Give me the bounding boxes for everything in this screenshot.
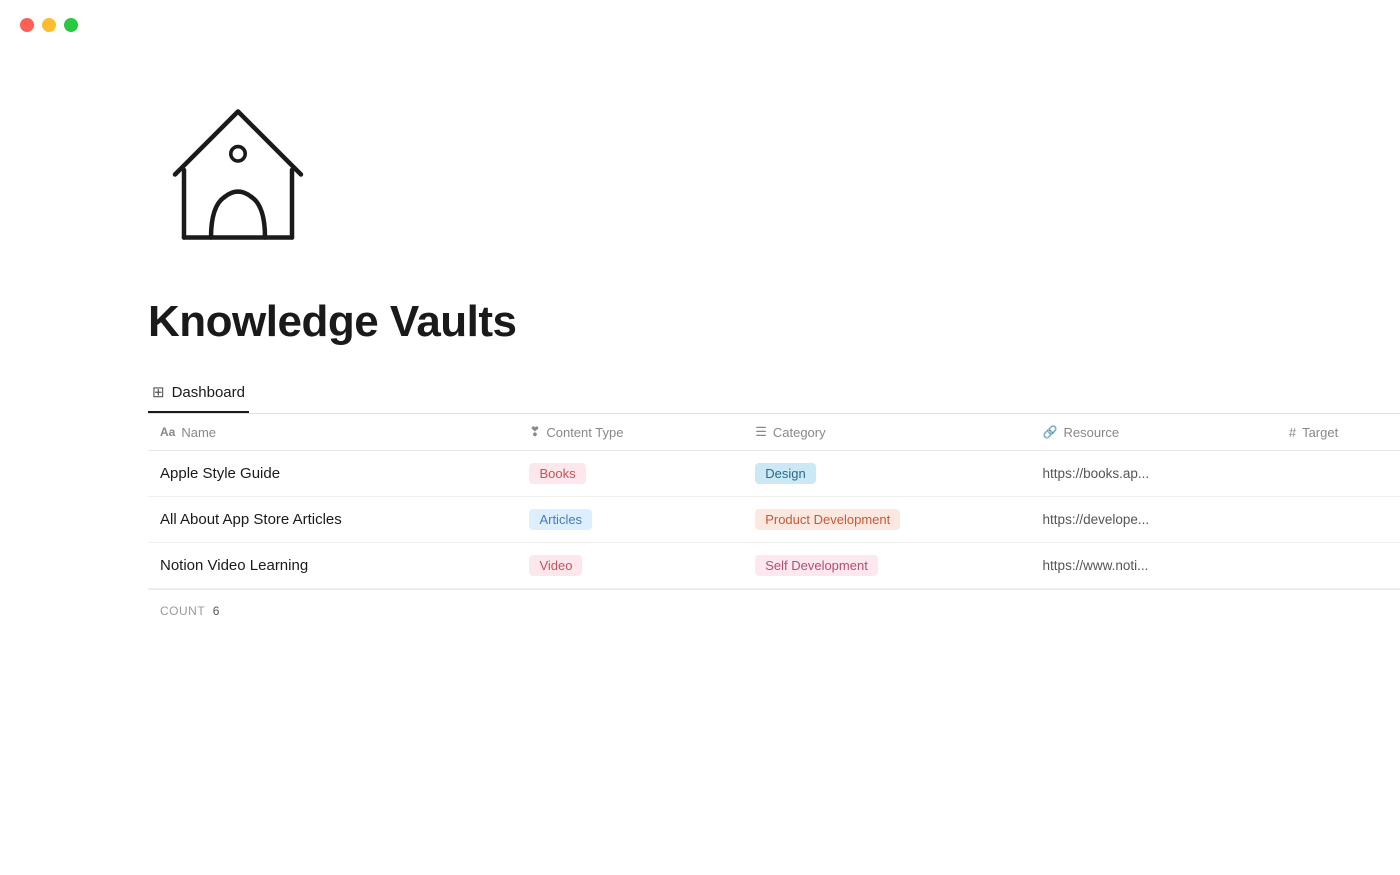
col-header-content-type[interactable]: ❣ Content Type: [517, 414, 743, 451]
content-type-badge: Articles: [529, 509, 592, 530]
content-type-col-icon: ❣: [529, 424, 540, 440]
row-resource[interactable]: https://books.ap...: [1031, 451, 1277, 497]
content-type-col-label: Content Type: [546, 425, 623, 440]
row-content-type[interactable]: Video: [517, 543, 743, 589]
col-header-target[interactable]: # Target: [1277, 414, 1400, 451]
row-category[interactable]: Self Development: [743, 543, 1030, 589]
house-icon: [148, 80, 328, 260]
row-resource[interactable]: https://www.noti...: [1031, 543, 1277, 589]
table-container: Aa Name ❣ Content Type ☰ Category: [148, 414, 1400, 632]
count-value: 6: [213, 604, 220, 618]
row-category[interactable]: Product Development: [743, 497, 1030, 543]
col-header-name[interactable]: Aa Name: [148, 414, 517, 451]
page-content: Knowledge Vaults ⊞ Dashboard Aa Name: [0, 0, 1400, 692]
name-col-label: Name: [181, 425, 216, 440]
tab-bar: ⊞ Dashboard: [148, 375, 1400, 414]
category-badge: Design: [755, 463, 815, 484]
table-header-row: Aa Name ❣ Content Type ☰ Category: [148, 414, 1400, 451]
col-header-category[interactable]: ☰ Category: [743, 414, 1030, 451]
table-row[interactable]: Apple Style Guide Books Design https://b…: [148, 451, 1400, 497]
target-col-label: Target: [1302, 425, 1338, 440]
content-type-badge: Video: [529, 555, 582, 576]
category-col-icon: ☰: [755, 424, 767, 440]
category-col-label: Category: [773, 425, 826, 440]
row-resource[interactable]: https://develope...: [1031, 497, 1277, 543]
row-content-type[interactable]: Books: [517, 451, 743, 497]
row-name[interactable]: Notion Video Learning: [148, 543, 517, 589]
row-category[interactable]: Design: [743, 451, 1030, 497]
resource-col-icon: 🔗: [1043, 425, 1058, 439]
row-name[interactable]: Apple Style Guide: [148, 451, 517, 497]
count-label: COUNT: [160, 604, 205, 618]
knowledge-table: Aa Name ❣ Content Type ☰ Category: [148, 414, 1400, 589]
row-target: [1277, 451, 1400, 497]
traffic-lights: [0, 0, 98, 50]
resource-col-label: Resource: [1064, 425, 1120, 440]
content-type-badge: Books: [529, 463, 585, 484]
page-title: Knowledge Vaults: [148, 297, 1400, 347]
col-header-resource[interactable]: 🔗 Resource: [1031, 414, 1277, 451]
table-row[interactable]: All About App Store Articles Articles Pr…: [148, 497, 1400, 543]
target-col-icon: #: [1289, 425, 1296, 440]
count-footer: COUNT 6: [148, 589, 1400, 632]
name-col-icon: Aa: [160, 425, 175, 439]
row-content-type[interactable]: Articles: [517, 497, 743, 543]
traffic-light-red[interactable]: [20, 18, 34, 32]
traffic-light-green[interactable]: [64, 18, 78, 32]
row-target: [1277, 497, 1400, 543]
category-badge: Self Development: [755, 555, 878, 576]
traffic-light-yellow[interactable]: [42, 18, 56, 32]
page-icon-area: [148, 80, 1400, 265]
row-target: [1277, 543, 1400, 589]
tab-dashboard-label: Dashboard: [172, 384, 245, 401]
category-badge: Product Development: [755, 509, 900, 530]
table-row[interactable]: Notion Video Learning Video Self Develop…: [148, 543, 1400, 589]
tab-dashboard[interactable]: ⊞ Dashboard: [148, 375, 249, 413]
row-name[interactable]: All About App Store Articles: [148, 497, 517, 543]
dashboard-icon: ⊞: [152, 383, 165, 401]
